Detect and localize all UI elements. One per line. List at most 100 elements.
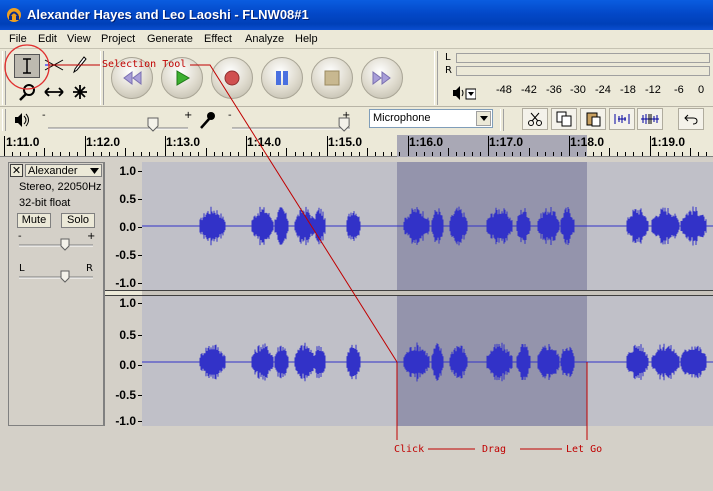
ruler-tick xyxy=(416,152,417,156)
waveform-burst xyxy=(274,207,289,245)
menu-file[interactable]: File xyxy=(9,33,27,45)
trim-button[interactable] xyxy=(609,108,635,130)
waveform-burst xyxy=(537,344,560,380)
annotation-click: Click xyxy=(394,444,425,455)
stop-button[interactable] xyxy=(311,57,353,99)
timeshift-tool-button[interactable] xyxy=(42,81,66,103)
undo-button[interactable] xyxy=(678,108,704,130)
svg-text:-: - xyxy=(228,110,232,121)
menu-edit[interactable]: Edit xyxy=(38,33,57,45)
track-format: Stereo, 22050Hz xyxy=(19,181,102,193)
pencil-icon xyxy=(73,56,87,74)
ruler-label: 1:12.0 xyxy=(86,135,121,149)
selection-tool-button[interactable] xyxy=(14,54,40,78)
zoom-tool-button[interactable] xyxy=(16,81,40,103)
envelope-tool-button[interactable] xyxy=(42,54,66,76)
meter-bar-left xyxy=(456,53,710,63)
pause-icon xyxy=(276,71,288,85)
ruler-tick xyxy=(295,152,296,156)
microphone-icon xyxy=(200,112,215,129)
input-volume-slider[interactable]: - + xyxy=(220,109,360,133)
waveform-burst xyxy=(680,345,707,379)
ruler-tick xyxy=(222,152,223,156)
ruler-tick xyxy=(512,152,513,156)
magnifier-icon xyxy=(19,84,35,101)
output-volume-slider[interactable]: - + xyxy=(38,109,198,133)
stop-icon xyxy=(324,70,340,86)
meter-speaker-button[interactable] xyxy=(452,85,477,101)
ruler-tick xyxy=(682,152,683,156)
mute-button[interactable]: Mute xyxy=(17,213,51,228)
ruler-tick xyxy=(529,148,530,156)
envelope-icon xyxy=(44,59,64,71)
ruler-tick xyxy=(52,152,53,156)
ruler-tick xyxy=(504,152,505,156)
amplitude-scale: 1.0 0.5 0.0 -0.5 -1.0 1.0 0.5 0.0 -0.5 -1.0 xyxy=(104,162,143,428)
cut-button[interactable] xyxy=(522,108,548,130)
speaker-icon xyxy=(15,113,29,127)
ruler-tick xyxy=(101,152,102,156)
copy-button[interactable] xyxy=(551,108,577,130)
scale-label: 0.5 xyxy=(119,328,136,342)
ruler-tick xyxy=(577,152,578,156)
menu-generate[interactable]: Generate xyxy=(147,33,193,45)
waveform-burst xyxy=(199,206,226,246)
menu-analyze[interactable]: Analyze xyxy=(245,33,284,45)
paste-button[interactable] xyxy=(580,108,606,130)
track-control-panel: ✕ Alexander Stereo, 22050Hz 32-bit float… xyxy=(8,162,104,426)
input-source-select[interactable]: Microphone xyxy=(369,109,493,128)
ruler-tick xyxy=(254,152,255,156)
menu-help[interactable]: Help xyxy=(295,33,318,45)
waveform-burst xyxy=(403,207,430,245)
ibeam-icon xyxy=(23,58,31,74)
scale-label: -0.5 xyxy=(115,248,136,262)
timeline-ruler[interactable]: 1:11.0 1:12.0 1:13.0 1:14.0 1:15.0 1:16.… xyxy=(0,135,713,157)
toolbar-grip xyxy=(434,51,438,105)
close-track-button[interactable]: ✕ xyxy=(10,164,23,177)
empty-track-space[interactable] xyxy=(0,426,713,491)
ruler-tick xyxy=(36,152,37,156)
undo-icon xyxy=(684,114,698,125)
menu-project[interactable]: Project xyxy=(101,33,135,45)
waveform-burst xyxy=(680,206,707,246)
scissors-icon xyxy=(528,112,542,126)
waveform-burst xyxy=(486,207,513,245)
menu-view[interactable]: View xyxy=(67,33,91,45)
meter-scale-48: -48 xyxy=(496,84,512,96)
waveform-burst xyxy=(274,345,289,379)
ruler-tick xyxy=(262,152,263,156)
silence-button[interactable] xyxy=(637,108,663,130)
ruler-tick xyxy=(214,152,215,156)
ruler-tick xyxy=(440,152,441,156)
speaker-icon xyxy=(453,86,477,100)
waveform-burst xyxy=(537,207,560,245)
waveform-burst xyxy=(651,343,680,381)
ruler-tick xyxy=(117,152,118,156)
solo-button[interactable]: Solo xyxy=(61,213,95,228)
skip-end-button[interactable] xyxy=(361,57,403,99)
double-arrow-icon xyxy=(44,87,64,97)
multi-tool-button[interactable] xyxy=(68,81,92,103)
dropdown-button[interactable] xyxy=(476,111,491,126)
ruler-tick xyxy=(335,152,336,156)
ruler-tick xyxy=(666,152,667,156)
pan-slider[interactable] xyxy=(17,269,95,283)
menu-effect[interactable]: Effect xyxy=(204,33,232,45)
waveform-burst xyxy=(651,207,680,245)
pause-button[interactable] xyxy=(261,57,303,99)
ruler-tick xyxy=(173,152,174,156)
waveform-burst xyxy=(449,206,468,246)
ruler-tick xyxy=(520,152,521,156)
record-button[interactable] xyxy=(211,57,253,99)
draw-tool-button[interactable] xyxy=(68,54,92,76)
menu-bar: File Edit View Project Generate Effect A… xyxy=(0,30,713,49)
waveform-burst xyxy=(516,344,531,380)
gain-slider[interactable] xyxy=(17,237,95,251)
asterisk-icon xyxy=(73,85,87,99)
waveform-display[interactable] xyxy=(142,162,713,426)
ruler-label: 1:14.0 xyxy=(247,135,282,149)
track-name-menu[interactable]: Alexander xyxy=(25,164,102,177)
waveform-burst xyxy=(516,208,531,244)
scale-label: 0.0 xyxy=(119,220,136,234)
ruler-tick xyxy=(391,152,392,156)
